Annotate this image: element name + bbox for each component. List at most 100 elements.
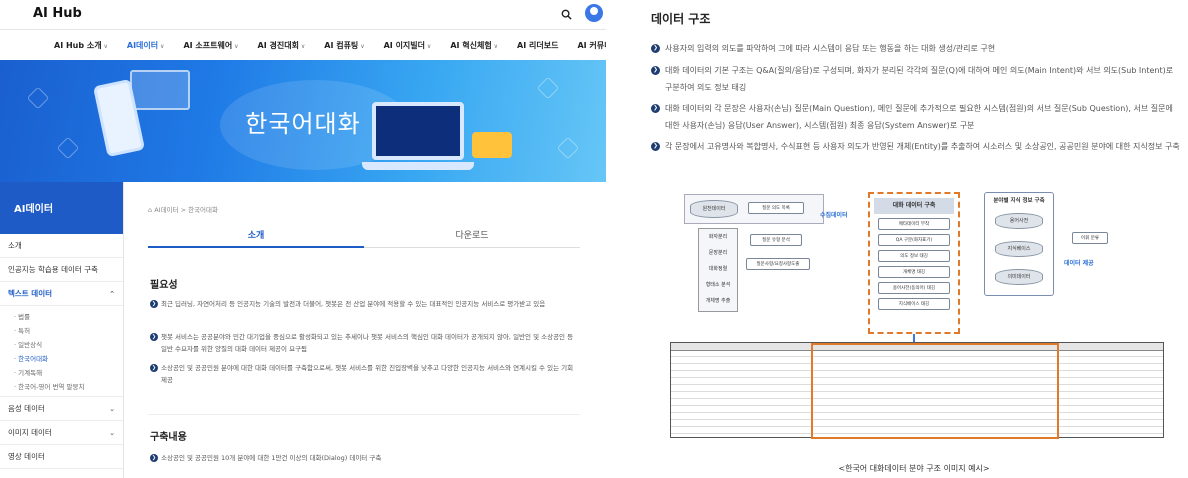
sidebar-item-label: 텍스트 데이터 xyxy=(8,289,53,298)
center-build-box: 대화 데이터 구축 메타데이터 부착 QA 구분(화자표기) 의도 정보 태깅 … xyxy=(868,192,960,334)
nav-item-about[interactable]: AI Hub 소개 xyxy=(54,40,108,51)
nav-item-community[interactable]: AI 커뮤니티 xyxy=(577,40,606,51)
hero-banner: 한국어대화 xyxy=(0,60,606,182)
tab-download[interactable]: 다운로드 xyxy=(364,226,580,248)
kb-box: 분야별 지식 정보 구축 용어사전 지식베이스 의미데이터 xyxy=(984,192,1054,296)
content-tabs: 소개 다운로드 xyxy=(148,226,580,248)
build-step: 용어사전(동의어) 태깅 xyxy=(878,282,950,294)
sidebar-item-label: 인공지능 학습용 데이터 구축 xyxy=(8,265,98,274)
build-step: 메타데이터 부착 xyxy=(878,218,950,230)
chevron-down-icon: ⌄ xyxy=(109,429,115,437)
structure-bullet: 사용자의 입력의 의도를 파악하여 그에 따라 시스템이 응답 또는 행동을 하… xyxy=(651,40,1181,57)
structure-bullet: 대화 데이터의 각 문장은 사용자(손님) 질문(Main Question),… xyxy=(651,100,1181,134)
breadcrumb: ⌂ AI데이터 > 한국어대화 xyxy=(148,204,218,214)
subitem-label: 한국어-영어 번역 말뭉치 xyxy=(18,383,85,391)
source-data-cylinder: 원천데이터 xyxy=(690,200,738,218)
sidebar-subitem-translation[interactable]: · 한국어-영어 번역 말뭉치 xyxy=(14,380,123,394)
collect-data-label: 수집데이터 xyxy=(820,212,848,219)
request-derive-box: 질문사항/요청사항도출 xyxy=(746,258,810,270)
necessity-bullet: 최근 딥러닝, 자연어처리 등 인공지능 기술의 발전과 더불어, 챗봇은 전 … xyxy=(150,298,578,310)
divider xyxy=(148,414,580,415)
subitem-label: 법률 xyxy=(18,313,31,321)
sidebar: AI데이터 소개 인공지능 학습용 데이터 구축 텍스트 데이터 ⌃ · 법률 ·… xyxy=(0,182,124,478)
nav-item-computing[interactable]: AI 컴퓨팅 xyxy=(324,40,364,51)
preprocess-step: 화자분리 xyxy=(708,234,728,240)
search-icon[interactable] xyxy=(561,9,572,20)
nav-item-easy-builder[interactable]: AI 이지빌더 xyxy=(384,40,432,51)
build-step: 개체명 태깅 xyxy=(878,266,950,278)
sidebar-item-label: 영상 데이터 xyxy=(8,452,45,461)
hero-deco-shape xyxy=(556,136,580,160)
sidebar-item-video-data[interactable]: 영상 데이터 xyxy=(0,445,123,469)
structure-diagram: 원천데이터 질문 의도 목록 화자분리 문장분리 대화정렬 형태소 분석 개체명… xyxy=(670,188,1164,440)
sidebar-subitem-law[interactable]: · 법률 xyxy=(14,310,123,324)
center-title: 대화 데이터 구축 xyxy=(874,198,954,214)
hero-deco-shape xyxy=(536,76,560,100)
nav-item-leaderboard[interactable]: AI 리더보드 xyxy=(517,40,558,51)
nav-item-ai-software[interactable]: AI 소프트웨어 xyxy=(183,40,238,51)
main-content: ⌂ AI데이터 > 한국어대화 소개 다운로드 필요성 최근 딥러닝, 자연어처… xyxy=(148,182,580,478)
data-structure-title: 데이터 구조 xyxy=(651,12,711,26)
sidebar-item-text-data[interactable]: 텍스트 데이터 ⌃ xyxy=(0,282,123,306)
kb-cylinder: 용어사전 xyxy=(995,213,1043,229)
necessity-bullet: 챗봇 서비스는 공공분야와 민간 대기업을 중심으로 활성화되고 있는 추세이나… xyxy=(150,331,578,355)
subitem-label: 한국어대화 xyxy=(18,355,49,363)
necessity-bullet: 소상공인 및 공공민원 분야에 대한 대화 데이터를 구축함으로써, 챗봇 서비… xyxy=(150,362,578,386)
hero-deco-shape xyxy=(56,136,80,160)
sidebar-item-label: 이미지 데이터 xyxy=(8,428,52,437)
section-title-necessity: 필요성 xyxy=(150,280,178,291)
sidebar-item-label: 음성 데이터 xyxy=(8,404,45,413)
left-screenshot: AI Hub AI Hub 소개 AI데이터 AI 소프트웨어 AI 경진대회 … xyxy=(0,0,606,478)
kb-cylinder: 의미데이터 xyxy=(995,269,1043,285)
subitem-label: 특허 xyxy=(18,327,31,335)
kb-cylinder: 지식베이스 xyxy=(995,241,1043,257)
section-title-construction: 구축내용 xyxy=(150,432,187,443)
sidebar-item-intro[interactable]: 소개 xyxy=(0,234,123,258)
site-logo[interactable]: AI Hub xyxy=(33,6,82,21)
sidebar-submenu: · 법률 · 특허 · 일반상식 · 한국어대화 · 기계독해 · 한국어-영어… xyxy=(0,306,123,397)
sidebar-item-audio-data[interactable]: 음성 데이터 ⌄ xyxy=(0,397,123,421)
hero-title: 한국어대화 xyxy=(245,110,361,138)
highlighted-columns xyxy=(811,343,1059,439)
user-avatar-icon[interactable] xyxy=(585,4,603,22)
sidebar-subitem-korean-dialog[interactable]: · 한국어대화 xyxy=(14,352,123,366)
logo-text: AI Hub xyxy=(33,6,82,21)
preprocess-step: 대화정렬 xyxy=(708,266,728,272)
data-table-image xyxy=(670,342,1164,439)
tab-intro[interactable]: 소개 xyxy=(148,226,364,248)
main-navigation: AI Hub 소개 AI데이터 AI 소프트웨어 AI 경진대회 AI 컴퓨팅 … xyxy=(0,30,606,60)
build-step: 의도 정보 태깅 xyxy=(878,250,950,262)
build-step: 지식베이스 태깅 xyxy=(878,298,950,310)
sidebar-header: AI데이터 xyxy=(0,182,123,234)
right-screenshot: 데이터 구조 사용자의 입력의 의도를 파악하여 그에 따라 시스템이 응답 또… xyxy=(640,0,1188,478)
nav-item-competition[interactable]: AI 경진대회 xyxy=(258,40,306,51)
subitem-label: 기계독해 xyxy=(18,369,43,377)
nav-item-innovation[interactable]: AI 혁신체험 xyxy=(450,40,498,51)
down-arrow xyxy=(913,334,915,342)
build-step: QA 구분(화자표기) xyxy=(878,234,950,246)
sidebar-item-label: 소개 xyxy=(8,241,22,250)
diagram-caption: <한국어 대화데이터 분야 구조 이미지 예시> xyxy=(838,464,990,473)
preprocess-step: 문장분리 xyxy=(708,250,728,256)
kb-title: 분야별 지식 정보 구축 xyxy=(993,198,1045,204)
provide-data-label: 데이터 제공 xyxy=(1064,260,1094,267)
construction-bullet: 소상공인 및 공공민원 10개 분야에 대한 1만건 이상의 대화(Dialog… xyxy=(150,452,578,464)
nav-item-ai-data[interactable]: AI데이터 xyxy=(127,40,165,51)
chevron-up-icon: ⌃ xyxy=(109,290,115,298)
subitem-label: 일반상식 xyxy=(18,341,43,349)
preprocess-step: 형태소 분석 xyxy=(705,282,731,288)
intent-list-box: 질문 의도 목록 xyxy=(748,202,804,214)
sidebar-subitem-mrc[interactable]: · 기계독해 xyxy=(14,366,123,380)
sidebar-subitem-patent[interactable]: · 특허 xyxy=(14,324,123,338)
top-bar: AI Hub xyxy=(0,0,606,30)
sidebar-subitem-common-sense[interactable]: · 일반상식 xyxy=(14,338,123,352)
vocab-class-box: 어휘 분류 xyxy=(1072,232,1108,244)
question-type-box: 질문 유형 분석 xyxy=(750,234,802,246)
home-icon[interactable]: ⌂ xyxy=(148,206,152,214)
sidebar-item-build[interactable]: 인공지능 학습용 데이터 구축 xyxy=(0,258,123,282)
sidebar-item-image-data[interactable]: 이미지 데이터 ⌄ xyxy=(0,421,123,445)
structure-bullet: 각 문장에서 고유명사와 복합명사, 수식표현 등 사용자 의도가 반영된 개체… xyxy=(651,138,1181,155)
chevron-down-icon: ⌄ xyxy=(109,405,115,413)
breadcrumb-text: AI데이터 > 한국어대화 xyxy=(154,206,219,214)
structure-bullet: 대화 데이터의 기본 구조는 Q&A(질의/응답)로 구성되며, 화자가 분리된… xyxy=(651,62,1181,96)
